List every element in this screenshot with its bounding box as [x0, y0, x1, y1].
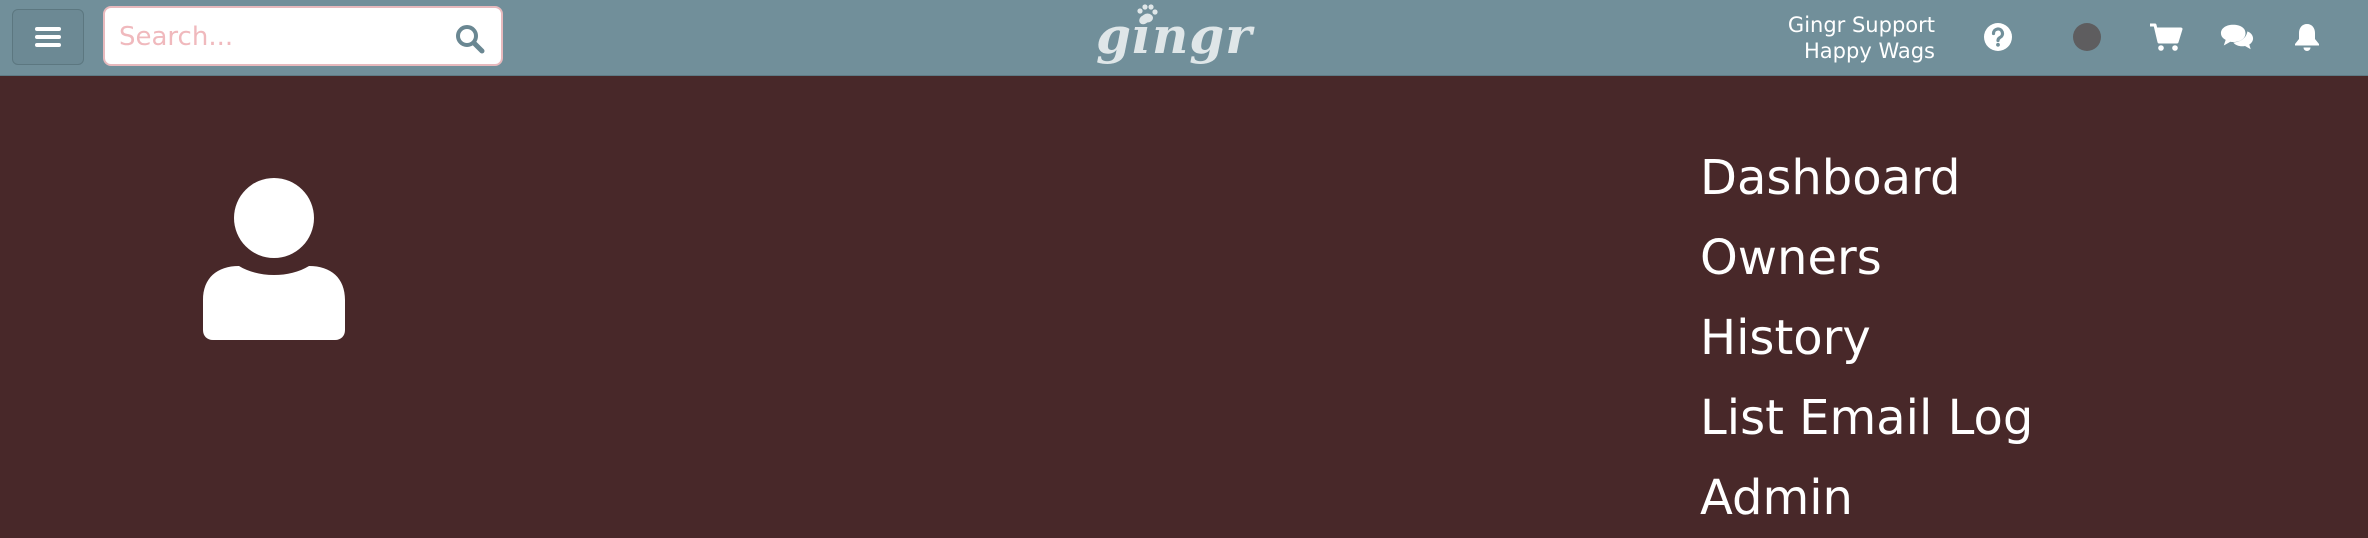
chat-icon [2220, 24, 2254, 50]
bell-icon [2295, 24, 2319, 51]
main-nav: Dashboard Owners History List Email Log … [1700, 138, 2033, 538]
nav-item-list-email-log[interactable]: List Email Log [1700, 378, 2033, 458]
help-button[interactable] [1981, 20, 2015, 54]
user-name: Gingr Support [1787, 13, 1935, 37]
search-input[interactable] [117, 16, 441, 58]
search-box [103, 6, 503, 66]
nav-item-owners[interactable]: Owners [1700, 218, 2033, 298]
status-dot[interactable] [2073, 23, 2101, 51]
user-info[interactable]: Gingr Support Happy Wags [1788, 12, 1935, 64]
notifications-button[interactable] [2290, 20, 2324, 54]
cart-button[interactable] [2149, 20, 2183, 54]
top-bar: gingr Gingr Support Happy Wags [0, 0, 2368, 76]
nav-item-admin[interactable]: Admin [1700, 458, 2033, 538]
user-icon [203, 178, 345, 340]
search-icon[interactable] [455, 24, 485, 54]
menu-button[interactable] [12, 9, 84, 65]
user-location: Happy Wags [1804, 39, 1935, 63]
nav-item-history[interactable]: History [1700, 298, 2033, 378]
menu-icon [35, 27, 61, 47]
gingr-logo[interactable]: gingr [1096, 2, 1252, 70]
cart-icon [2150, 23, 2183, 51]
logo-text: gingr [1096, 6, 1253, 65]
nav-item-dashboard[interactable]: Dashboard [1700, 138, 2033, 218]
help-icon [1984, 23, 2012, 51]
chat-button[interactable] [2220, 20, 2254, 54]
paw-icon [1137, 4, 1158, 23]
